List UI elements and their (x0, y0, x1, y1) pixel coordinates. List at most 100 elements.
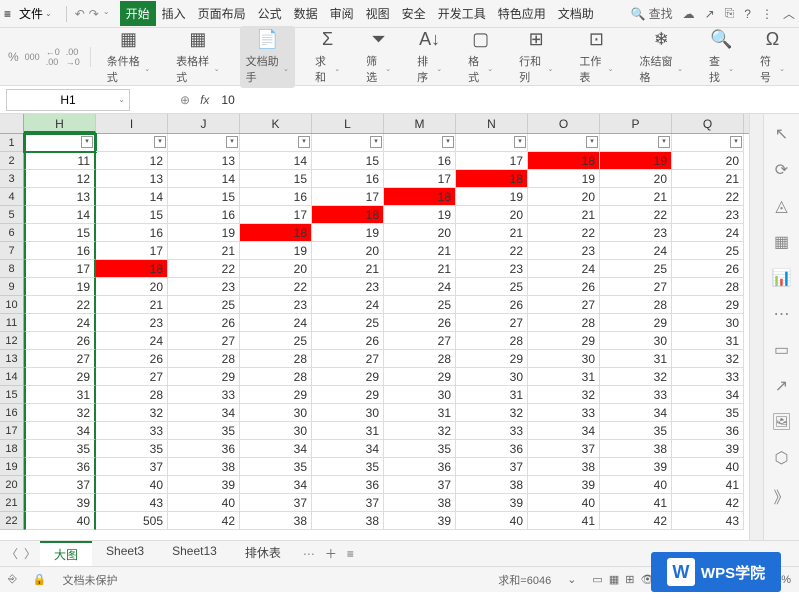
row-header-16[interactable]: 16 (0, 404, 24, 422)
chart-icon[interactable]: 📊 (772, 268, 792, 288)
cell-K4[interactable]: 16 (240, 188, 312, 206)
row-header-8[interactable]: 8 (0, 260, 24, 278)
cell-I1[interactable]: ▾ (96, 134, 168, 152)
row-header-6[interactable]: 6 (0, 224, 24, 242)
cell-H5[interactable]: 14 (24, 206, 96, 224)
hex-icon[interactable]: ⬡ (775, 448, 789, 468)
cell-M2[interactable]: 16 (384, 152, 456, 170)
cell-H18[interactable]: 35 (24, 440, 96, 458)
cell-I10[interactable]: 21 (96, 296, 168, 314)
cell-P9[interactable]: 27 (600, 278, 672, 296)
ribbon-tab-4[interactable]: 数据 (288, 1, 324, 26)
ribbon-tab-2[interactable]: 页面布局 (192, 1, 252, 26)
stat-chevron-icon[interactable]: ⌄ (567, 573, 576, 586)
decimal-dec-button[interactable]: .00 →0 (66, 47, 80, 67)
redo-icon[interactable]: ↷ (89, 7, 99, 21)
cell-Q7[interactable]: 25 (672, 242, 744, 260)
cell-J6[interactable]: 19 (168, 224, 240, 242)
ribbon-btn-工作表[interactable]: ⊡工作表⌄ (573, 26, 619, 88)
cell-Q1[interactable]: ▾ (672, 134, 744, 152)
cell-J2[interactable]: 13 (168, 152, 240, 170)
cell-N17[interactable]: 33 (456, 422, 528, 440)
cell-O10[interactable]: 27 (528, 296, 600, 314)
ribbon-tab-3[interactable]: 公式 (252, 1, 288, 26)
cell-K7[interactable]: 19 (240, 242, 312, 260)
filter-icon[interactable]: ▾ (514, 136, 526, 148)
cell-P7[interactable]: 24 (600, 242, 672, 260)
cell-K13[interactable]: 28 (240, 350, 312, 368)
cell-N8[interactable]: 23 (456, 260, 528, 278)
ribbon-tab-7[interactable]: 安全 (396, 1, 432, 26)
cell-J13[interactable]: 28 (168, 350, 240, 368)
cell-M19[interactable]: 36 (384, 458, 456, 476)
cell-N16[interactable]: 32 (456, 404, 528, 422)
cell-M8[interactable]: 21 (384, 260, 456, 278)
grid[interactable]: HIJKLMNOPQ 1▾▾▾▾▾▾▾▾▾▾211121314151617181… (0, 114, 749, 540)
cell-I9[interactable]: 20 (96, 278, 168, 296)
cell-I6[interactable]: 16 (96, 224, 168, 242)
cell-N13[interactable]: 29 (456, 350, 528, 368)
window-icon[interactable]: ▭ (774, 340, 789, 360)
row-header-21[interactable]: 21 (0, 494, 24, 512)
cell-N2[interactable]: 17 (456, 152, 528, 170)
filter-icon[interactable]: ▾ (442, 136, 454, 148)
cell-K11[interactable]: 24 (240, 314, 312, 332)
cell-H8[interactable]: 17 (24, 260, 96, 278)
cell-Q18[interactable]: 39 (672, 440, 744, 458)
cell-Q8[interactable]: 26 (672, 260, 744, 278)
cell-L17[interactable]: 31 (312, 422, 384, 440)
add-sheet-icon[interactable]: ＋ (325, 545, 337, 562)
formula-input[interactable]: 10 (221, 93, 799, 107)
share-icon[interactable]: ↗ (705, 7, 715, 21)
cell-O15[interactable]: 32 (528, 386, 600, 404)
cell-M1[interactable]: ▾ (384, 134, 456, 152)
cell-P5[interactable]: 22 (600, 206, 672, 224)
cell-I2[interactable]: 12 (96, 152, 168, 170)
cell-J15[interactable]: 33 (168, 386, 240, 404)
ribbon-tab-1[interactable]: 插入 (156, 1, 192, 26)
cell-K8[interactable]: 20 (240, 260, 312, 278)
ribbon-tab-0[interactable]: 开始 (120, 1, 156, 26)
filter-icon[interactable]: ▾ (226, 136, 238, 148)
ribbon-btn-排序[interactable]: A↓排序⌄ (411, 26, 448, 88)
cell-O13[interactable]: 30 (528, 350, 600, 368)
more-sheets-icon[interactable]: ⋯ (303, 547, 315, 561)
cell-J1[interactable]: ▾ (168, 134, 240, 152)
menu-icon[interactable]: ≡ (4, 7, 11, 21)
filter-icon[interactable]: ▾ (154, 136, 166, 148)
cell-J3[interactable]: 14 (168, 170, 240, 188)
ribbon-btn-表格样式[interactable]: ▦表格样式⌄ (170, 26, 225, 88)
row-header-14[interactable]: 14 (0, 368, 24, 386)
cell-H1[interactable]: ▾ (24, 134, 96, 152)
col-header-H[interactable]: H (24, 114, 96, 133)
cell-L19[interactable]: 35 (312, 458, 384, 476)
cell-L2[interactable]: 15 (312, 152, 384, 170)
cell-H19[interactable]: 36 (24, 458, 96, 476)
search-button[interactable]: 🔍 查找 (631, 5, 673, 22)
cell-P16[interactable]: 34 (600, 404, 672, 422)
cell-K9[interactable]: 22 (240, 278, 312, 296)
cell-O6[interactable]: 22 (528, 224, 600, 242)
sheet-tab-排休表[interactable]: 排休表 (231, 541, 295, 566)
cell-I20[interactable]: 40 (96, 476, 168, 494)
cell-Q15[interactable]: 34 (672, 386, 744, 404)
cell-L22[interactable]: 38 (312, 512, 384, 530)
collapse-icon[interactable]: ︿ (783, 5, 795, 22)
filter-icon[interactable]: ▾ (81, 136, 93, 148)
view-page-icon[interactable]: ⊞ (625, 573, 634, 586)
help-icon[interactable]: ? (744, 7, 751, 21)
cell-I18[interactable]: 35 (96, 440, 168, 458)
save-icon[interactable]: ⎘ (725, 6, 735, 21)
cell-N19[interactable]: 37 (456, 458, 528, 476)
cell-J19[interactable]: 38 (168, 458, 240, 476)
name-box[interactable]: H1 ⌄ (6, 89, 130, 111)
col-header-I[interactable]: I (96, 114, 168, 133)
cell-H21[interactable]: 39 (24, 494, 96, 512)
row-header-19[interactable]: 19 (0, 458, 24, 476)
cell-L9[interactable]: 23 (312, 278, 384, 296)
ribbon-btn-求和[interactable]: Σ求和⌄ (309, 26, 346, 88)
cell-O16[interactable]: 33 (528, 404, 600, 422)
row-header-12[interactable]: 12 (0, 332, 24, 350)
cell-K12[interactable]: 25 (240, 332, 312, 350)
cell-H17[interactable]: 34 (24, 422, 96, 440)
